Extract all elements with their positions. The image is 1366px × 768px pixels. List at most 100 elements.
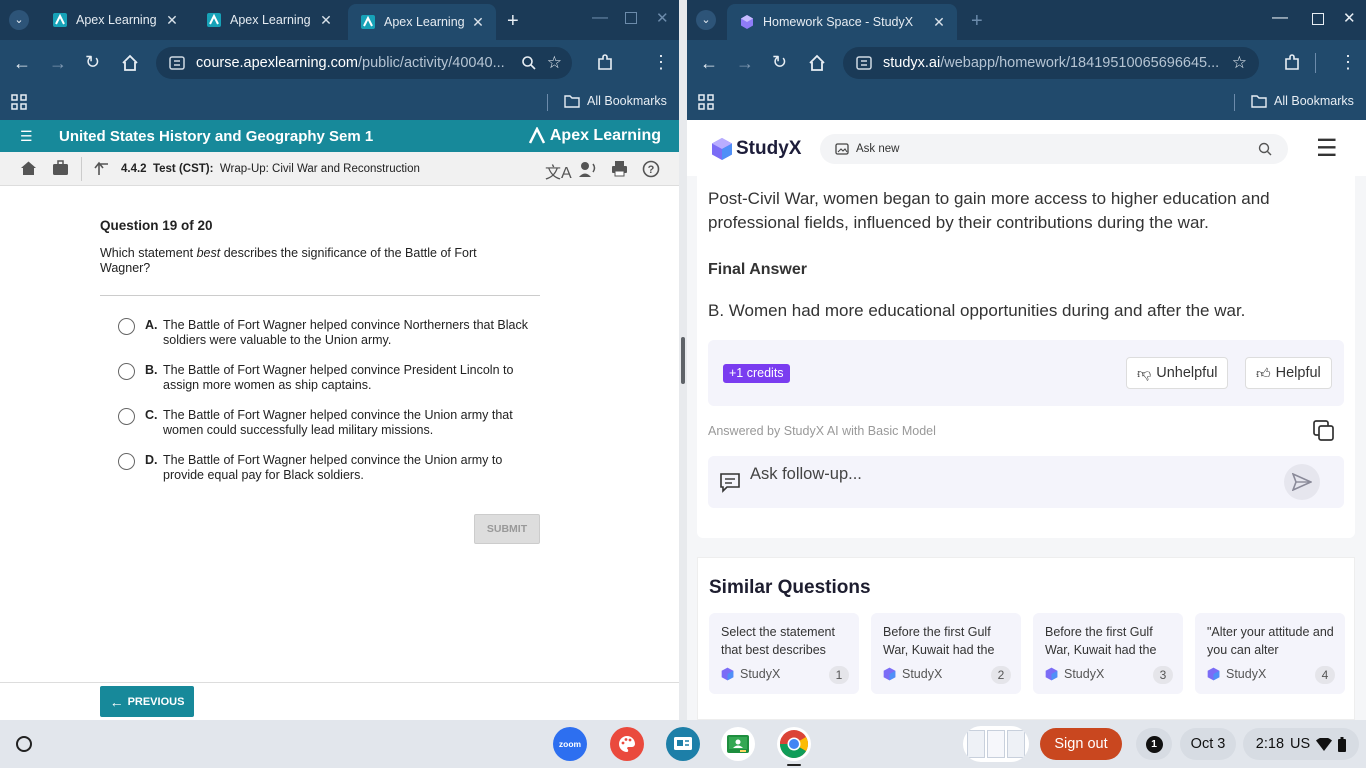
course-menu-icon[interactable]: ☰ bbox=[20, 129, 33, 143]
close-tab-icon[interactable]: ✕ bbox=[162, 12, 182, 29]
forward-icon[interactable]: → bbox=[49, 54, 67, 72]
radio-button[interactable] bbox=[118, 363, 135, 380]
studyx-logo-icon bbox=[712, 138, 732, 160]
date-button[interactable]: Oct 3 bbox=[1180, 728, 1236, 760]
site-info-icon[interactable] bbox=[168, 55, 186, 71]
new-tab-icon[interactable]: + bbox=[971, 11, 983, 31]
ask-new-search[interactable]: Ask new bbox=[820, 134, 1288, 164]
similar-question-card[interactable]: Select the statement that best describes… bbox=[709, 613, 859, 694]
answer-option-b[interactable]: B. The Battle of Fort Wagner helped conv… bbox=[118, 363, 538, 393]
similar-question-card[interactable]: "Alter your attitude and you can alter S… bbox=[1195, 613, 1345, 694]
chrome-app-icon[interactable] bbox=[777, 727, 811, 761]
similar-question-text: "Alter your attitude and you can alter bbox=[1207, 625, 1334, 657]
home-icon[interactable] bbox=[20, 160, 37, 177]
back-icon[interactable]: ← bbox=[700, 54, 718, 72]
similar-question-text: Before the first Gulf War, Kuwait had th… bbox=[883, 625, 995, 657]
launcher-icon[interactable] bbox=[16, 736, 32, 752]
radio-button[interactable] bbox=[118, 318, 135, 335]
tab-apex-3-active[interactable]: Apex Learning ✕ bbox=[348, 4, 496, 40]
tab-studyx-active[interactable]: Homework Space - StudyX ✕ bbox=[727, 4, 957, 40]
radio-button[interactable] bbox=[118, 408, 135, 425]
search-icon[interactable] bbox=[1258, 142, 1272, 156]
close-tab-icon[interactable]: ✕ bbox=[468, 14, 488, 31]
reload-icon[interactable]: ↻ bbox=[85, 53, 100, 71]
more-menu-icon[interactable]: ⋮ bbox=[1339, 53, 1357, 71]
split-view-handle[interactable] bbox=[681, 337, 685, 384]
similar-question-card[interactable]: Before the first Gulf War, Kuwait had th… bbox=[871, 613, 1021, 694]
answer-option-c[interactable]: C. The Battle of Fort Wagner helped conv… bbox=[118, 408, 538, 438]
tab-apex-2[interactable]: Apex Learning ✕ bbox=[194, 6, 344, 34]
holding-space-thumbnails[interactable] bbox=[963, 726, 1029, 762]
site-info-icon[interactable] bbox=[855, 55, 873, 71]
unhelpful-button[interactable]: 👎︎ Unhelpful bbox=[1126, 357, 1229, 389]
close-window-icon[interactable]: ✕ bbox=[656, 11, 669, 26]
reload-icon[interactable]: ↻ bbox=[772, 53, 787, 71]
bookmark-star-icon[interactable]: ☆ bbox=[1232, 53, 1247, 73]
read-aloud-icon[interactable] bbox=[578, 160, 598, 178]
help-icon[interactable]: ? bbox=[642, 160, 660, 178]
apps-grid-icon[interactable] bbox=[698, 94, 714, 110]
tab-apex-1[interactable]: Apex Learning ✕ bbox=[40, 6, 190, 34]
helpful-button[interactable]: 👍︎ Helpful bbox=[1245, 357, 1332, 389]
studyx-logo[interactable]: StudyX bbox=[711, 137, 801, 161]
address-bar[interactable]: studyx.ai/webapp/homework/18419510065696… bbox=[843, 47, 1259, 79]
all-bookmarks-button[interactable]: All Bookmarks bbox=[1251, 94, 1354, 108]
question-emphasis: best bbox=[196, 246, 221, 260]
extensions-icon[interactable] bbox=[595, 53, 615, 73]
bookmark-star-icon[interactable]: ☆ bbox=[547, 53, 562, 73]
home-icon[interactable] bbox=[121, 54, 139, 72]
previous-button[interactable]: ← PREVIOUS bbox=[100, 686, 194, 717]
option-text: The Battle of Fort Wagner helped convinc… bbox=[163, 408, 513, 437]
more-menu-icon[interactable]: ⋮ bbox=[652, 53, 670, 71]
zoom-search-icon[interactable] bbox=[521, 55, 537, 71]
submit-button[interactable]: SUBMIT bbox=[474, 514, 540, 544]
zoom-app-icon[interactable]: zoom bbox=[553, 727, 587, 761]
palette-icon bbox=[619, 736, 635, 752]
split-view-divider[interactable] bbox=[679, 0, 687, 720]
forward-icon[interactable]: → bbox=[736, 54, 754, 72]
maximize-icon[interactable] bbox=[625, 12, 637, 24]
status-area[interactable]: 2:18 US bbox=[1243, 728, 1359, 760]
all-bookmarks-button[interactable]: All Bookmarks bbox=[564, 94, 667, 108]
tab-search-icon[interactable]: ⌄ bbox=[9, 10, 29, 30]
minimize-icon[interactable]: — bbox=[592, 10, 608, 26]
print-icon[interactable] bbox=[611, 160, 628, 177]
address-bar[interactable]: course.apexlearning.com/public/activity/… bbox=[156, 47, 572, 79]
question-number: Question 19 of 20 bbox=[100, 218, 213, 233]
follow-up-input[interactable]: Ask follow-up... bbox=[708, 456, 1344, 508]
up-arrow-icon[interactable] bbox=[94, 161, 109, 176]
close-window-icon[interactable]: ✕ bbox=[1343, 11, 1356, 26]
subbar-divider bbox=[81, 157, 82, 181]
translate-icon[interactable]: 文A bbox=[545, 159, 572, 183]
notifications-button[interactable]: 1 bbox=[1136, 728, 1172, 760]
minimize-icon[interactable]: — bbox=[1272, 10, 1288, 26]
close-tab-icon[interactable]: ✕ bbox=[929, 14, 949, 31]
send-button[interactable] bbox=[1284, 464, 1320, 500]
sign-out-button[interactable]: Sign out bbox=[1040, 728, 1122, 760]
copy-icon[interactable] bbox=[1313, 420, 1335, 442]
activity-type: Test (CST): bbox=[152, 163, 214, 175]
radio-button[interactable] bbox=[118, 453, 135, 470]
hamburger-menu-icon[interactable]: ☰ bbox=[1316, 137, 1338, 161]
option-text: The Battle of Fort Wagner helped convinc… bbox=[163, 363, 514, 392]
previous-label: PREVIOUS bbox=[127, 695, 185, 708]
home-icon[interactable] bbox=[808, 54, 826, 72]
url-host: studyx.ai bbox=[883, 55, 941, 71]
apps-grid-icon[interactable] bbox=[11, 94, 27, 110]
ask-new-label: Ask new bbox=[856, 143, 900, 155]
close-tab-icon[interactable]: ✕ bbox=[316, 12, 336, 29]
paint-app-icon[interactable] bbox=[610, 727, 644, 761]
extensions-icon[interactable] bbox=[1282, 53, 1302, 73]
similar-question-card[interactable]: Before the first Gulf War, Kuwait had th… bbox=[1033, 613, 1183, 694]
google-classroom-icon[interactable] bbox=[721, 727, 755, 761]
tab-search-icon[interactable]: ⌄ bbox=[696, 10, 716, 30]
answer-option-d[interactable]: D. The Battle of Fort Wagner helped conv… bbox=[118, 453, 538, 483]
image-icon bbox=[835, 143, 849, 155]
classroom-app-icon[interactable] bbox=[666, 727, 700, 761]
studyx-logo-icon bbox=[721, 667, 734, 681]
maximize-icon[interactable] bbox=[1312, 13, 1324, 25]
answer-option-a[interactable]: A. The Battle of Fort Wagner helped conv… bbox=[118, 318, 538, 348]
briefcase-icon[interactable] bbox=[52, 160, 69, 176]
new-tab-icon[interactable]: + bbox=[507, 11, 519, 31]
back-icon[interactable]: ← bbox=[13, 54, 31, 72]
